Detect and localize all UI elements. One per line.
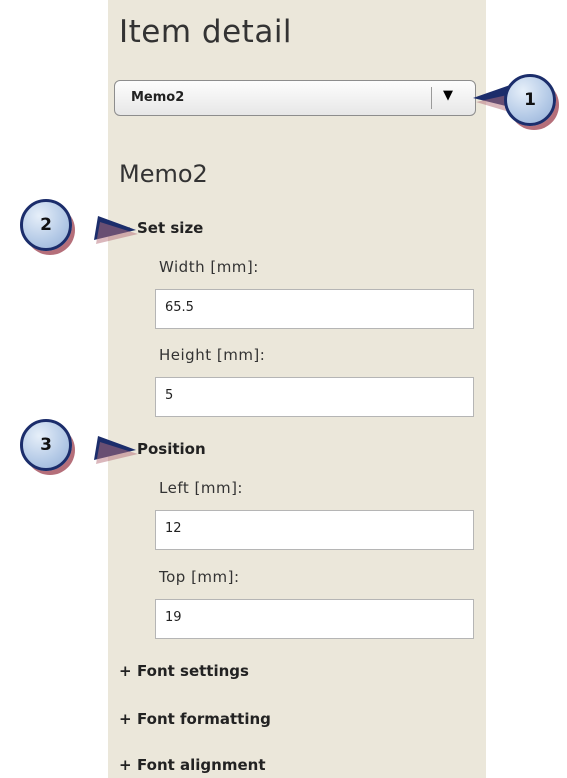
top-input[interactable]: 19	[155, 599, 474, 639]
top-label: Top [mm]:	[159, 568, 240, 586]
section-set-size-label: Set size	[137, 219, 204, 237]
callout-3-pointer	[94, 436, 138, 464]
expand-icon[interactable]: +	[119, 756, 137, 774]
section-font-settings-label: Font settings	[137, 662, 249, 680]
item-selector-dropdown[interactable]: Memo2 ▼	[114, 80, 476, 116]
section-font-alignment-toggle[interactable]: + Font alignment	[119, 756, 266, 774]
panel-title: Item detail	[119, 14, 293, 50]
dropdown-separator	[431, 87, 432, 109]
height-label: Height [mm]:	[159, 346, 266, 364]
width-label: Width [mm]:	[159, 258, 259, 276]
expand-icon[interactable]: +	[119, 662, 137, 680]
chevron-down-icon[interactable]: ▼	[443, 88, 453, 103]
section-position-label: Position	[137, 440, 206, 458]
section-font-alignment-label: Font alignment	[137, 756, 266, 774]
item-name-heading: Memo2	[119, 160, 208, 188]
expand-icon[interactable]: +	[119, 710, 137, 728]
left-input[interactable]: 12	[155, 510, 474, 550]
callout-badge-3: 3	[20, 419, 72, 471]
selected-item-value: Memo2	[131, 90, 185, 105]
section-font-formatting-toggle[interactable]: + Font formatting	[119, 710, 271, 728]
width-input[interactable]: 65.5	[155, 289, 474, 329]
callout-2-pointer	[94, 216, 138, 244]
left-label: Left [mm]:	[159, 479, 243, 497]
callout-badge-2: 2	[20, 199, 72, 251]
callout-badge-1: 1	[504, 74, 556, 126]
section-font-formatting-label: Font formatting	[137, 710, 271, 728]
height-input[interactable]: 5	[155, 377, 474, 417]
section-font-settings-toggle[interactable]: + Font settings	[119, 662, 249, 680]
